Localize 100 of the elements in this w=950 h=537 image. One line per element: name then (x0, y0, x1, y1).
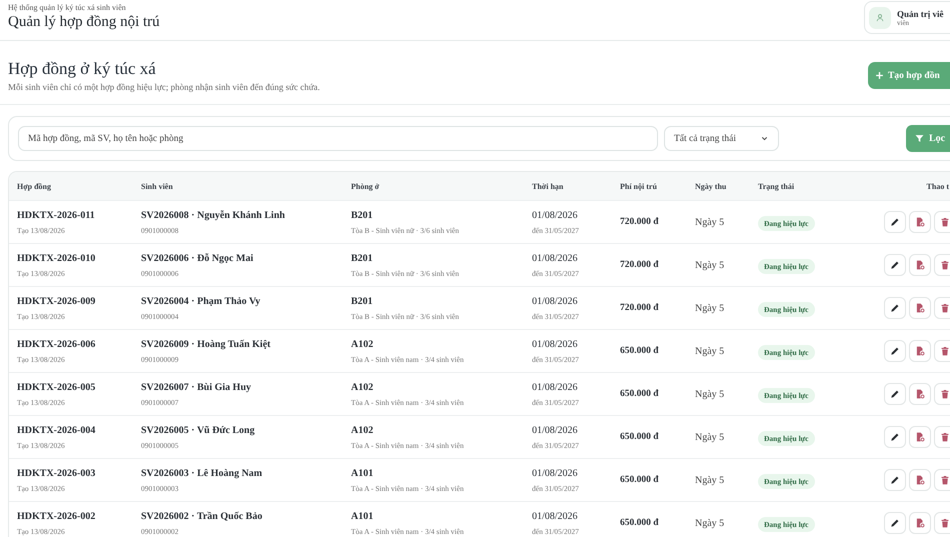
trash-icon (940, 346, 950, 356)
cell-main-text: SV2026005 · Vũ Đức Long (141, 424, 256, 436)
trash-icon (940, 303, 950, 313)
delete-button[interactable] (934, 469, 950, 491)
fee-text: 720.000 đ (620, 260, 660, 270)
edit-button[interactable] (884, 383, 906, 405)
document-icon (915, 303, 925, 313)
funnel-icon (915, 134, 924, 143)
cell-main-text: 01/08/2026 (532, 468, 579, 478)
cell-main-text: SV2026004 · Phạm Thảo Vy (141, 296, 262, 306)
edit-button[interactable] (884, 254, 906, 276)
search-field[interactable]: Mã hợp đồng, mã SV, họ tên hoặc phòng (18, 126, 658, 151)
pencil-icon (890, 432, 900, 442)
cell-main-text: SV2026006 · Đỗ Ngọc Mai (141, 252, 254, 264)
cell-main-text: B201 (351, 252, 374, 264)
column-header: Trạng thái (758, 182, 796, 190)
column-header: Phòng ở (351, 182, 380, 190)
document-icon (915, 217, 925, 227)
trash-icon (940, 475, 950, 485)
cell-main-text: HDKTX-2026-011 (17, 210, 96, 220)
delete-button[interactable] (934, 211, 950, 233)
trash-icon (940, 432, 950, 442)
breadcrumb: Hệ thống quản lý ký túc xá sinh viên (8, 3, 127, 12)
delete-button[interactable] (934, 340, 950, 362)
user-name: Quản trị viê (897, 8, 944, 18)
delete-button[interactable] (934, 512, 950, 534)
cell-main-text: 01/08/2026 (532, 296, 579, 306)
cell-main-text: A102 (351, 338, 374, 350)
fee-text: 650.000 đ (620, 432, 660, 442)
delete-button[interactable] (934, 383, 950, 405)
fee-text: 720.000 đ (620, 303, 660, 313)
edit-button[interactable] (884, 340, 906, 362)
cell-main-text: 01/08/2026 (532, 510, 579, 522)
fee-text: 650.000 đ (620, 346, 660, 356)
pencil-icon (890, 303, 900, 313)
cell-main-text: SV2026009 · Hoàng Tuấn Kiệt (141, 338, 272, 350)
document-button[interactable] (909, 383, 931, 405)
cell-main-text: HDKTX-2026-006 (17, 338, 96, 350)
document-button[interactable] (909, 469, 931, 491)
cell-main-text: HDKTX-2026-010 (17, 252, 96, 264)
column-header: Sinh viên (141, 182, 174, 190)
column-header: Hợp đồng (17, 182, 52, 190)
document-icon (915, 475, 925, 485)
fee-text: 650.000 đ (620, 389, 660, 399)
cell-main-text: HDKTX-2026-009 (17, 296, 96, 306)
due-day-text: Ngày 5 (695, 216, 726, 228)
cell-main-text: B201 (351, 296, 374, 306)
due-day-text: Ngày 5 (695, 432, 726, 442)
chevron-down-icon (760, 134, 769, 143)
document-button[interactable] (909, 211, 931, 233)
edit-button[interactable] (884, 297, 906, 319)
delete-button[interactable] (934, 254, 950, 276)
page-title: Quản lý hợp đồng nội trú (8, 14, 160, 31)
due-day-text: Ngày 5 (695, 346, 726, 356)
document-button[interactable] (909, 426, 931, 448)
cell-main-text: 01/08/2026 (532, 424, 579, 436)
document-button[interactable] (909, 297, 931, 319)
due-day-text: Ngày 5 (695, 474, 726, 486)
cell-main-text: SV2026003 · Lê Hoàng Nam (141, 468, 264, 478)
fee-text: 650.000 đ (620, 518, 660, 528)
document-button[interactable] (909, 512, 931, 534)
section-title: Hợp đồng ở ký túc xá (8, 59, 157, 79)
delete-button[interactable] (934, 426, 950, 448)
pencil-icon (890, 518, 900, 528)
document-button[interactable] (909, 340, 931, 362)
document-icon (915, 518, 925, 528)
column-header: Ngày thu (695, 182, 728, 190)
pencil-icon (890, 475, 900, 485)
cell-main-text: 01/08/2026 (532, 252, 579, 264)
cell-main-text: HDKTX-2026-005 (17, 382, 96, 392)
trash-icon (940, 389, 950, 399)
cell-main-text: A102 (351, 382, 374, 392)
edit-button[interactable] (884, 211, 906, 233)
edit-button[interactable] (884, 426, 906, 448)
cell-main-text: HDKTX-2026-002 (17, 510, 96, 522)
edit-button[interactable] (884, 469, 906, 491)
trash-icon (940, 217, 950, 227)
status-dropdown[interactable]: Tất cả trạng thái (664, 126, 779, 151)
delete-button[interactable] (934, 297, 950, 319)
due-day-text: Ngày 5 (695, 518, 726, 528)
document-icon (915, 260, 925, 270)
cell-main-text: SV2026002 · Trần Quốc Bảo (141, 510, 264, 522)
cell-main-text: 01/08/2026 (532, 382, 579, 392)
pencil-icon (890, 346, 900, 356)
fee-text: 720.000 đ (620, 217, 660, 227)
pencil-icon (890, 389, 900, 399)
document-icon (915, 432, 925, 442)
pencil-icon (890, 260, 900, 270)
trash-icon (940, 518, 950, 528)
column-header: Phí nội trú (620, 182, 658, 190)
due-day-text: Ngày 5 (695, 260, 726, 270)
document-icon (915, 389, 925, 399)
document-button[interactable] (909, 254, 931, 276)
cell-main-text: B201 (351, 210, 374, 220)
cell-main-text: HDKTX-2026-003 (17, 468, 96, 478)
plus-icon (875, 71, 884, 80)
edit-button[interactable] (884, 512, 906, 534)
trash-icon (940, 260, 950, 270)
cell-main-text: SV2026008 · Nguyễn Khánh Linh (141, 210, 286, 220)
column-header: Thao t (926, 182, 949, 190)
